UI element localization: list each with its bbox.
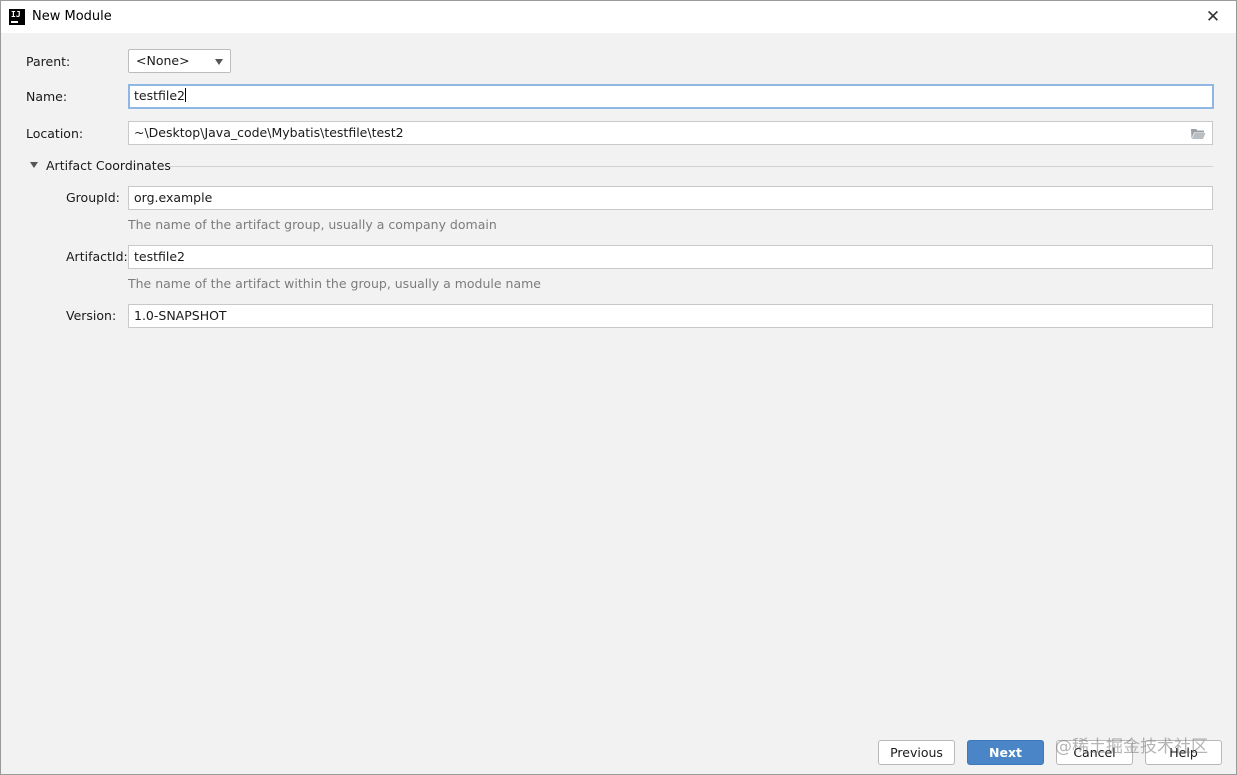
name-label: Name: — [26, 89, 68, 104]
next-button[interactable]: Next — [967, 740, 1044, 765]
parent-dropdown-value: <None> — [136, 53, 190, 68]
artifactid-label: ArtifactId: — [66, 249, 128, 264]
intellij-app-icon: IJ — [9, 9, 25, 25]
groupid-hint: The name of the artifact group, usually … — [128, 217, 497, 232]
artifactid-input-value: testfile2 — [134, 249, 185, 264]
version-input-value: 1.0-SNAPSHOT — [134, 308, 227, 323]
close-icon[interactable]: ✕ — [1202, 6, 1224, 28]
title-bar: IJ New Module ✕ — [1, 1, 1236, 33]
artifactid-input[interactable]: testfile2 — [128, 245, 1213, 269]
artifactid-hint: The name of the artifact within the grou… — [128, 276, 541, 291]
parent-dropdown[interactable]: <None> — [128, 49, 231, 73]
text-caret — [185, 88, 186, 102]
previous-button[interactable]: Previous — [878, 740, 955, 765]
version-input[interactable]: 1.0-SNAPSHOT — [128, 304, 1213, 328]
section-divider — [169, 166, 1213, 167]
collapse-triangle-icon[interactable] — [30, 162, 38, 168]
groupid-label: GroupId: — [66, 190, 120, 205]
folder-open-icon[interactable] — [1190, 127, 1206, 140]
groupid-input[interactable]: org.example — [128, 186, 1213, 210]
groupid-input-value: org.example — [134, 190, 213, 205]
help-button[interactable]: Help — [1145, 740, 1222, 765]
name-input-value: testfile2 — [134, 88, 185, 103]
new-module-dialog: IJ New Module ✕ Parent: <None> Name: tes… — [0, 0, 1237, 775]
location-label: Location: — [26, 126, 84, 141]
window-title: New Module — [32, 9, 112, 24]
version-label: Version: — [66, 308, 117, 323]
parent-label: Parent: — [26, 54, 71, 69]
artifact-coordinates-title[interactable]: Artifact Coordinates — [46, 158, 171, 173]
location-input[interactable]: ~\Desktop\Java_code\Mybatis\testfile\tes… — [128, 121, 1213, 145]
chevron-down-icon — [215, 59, 223, 65]
cancel-button[interactable]: Cancel — [1056, 740, 1133, 765]
location-input-value: ~\Desktop\Java_code\Mybatis\testfile\tes… — [134, 125, 404, 140]
name-input[interactable]: testfile2 — [128, 84, 1214, 109]
